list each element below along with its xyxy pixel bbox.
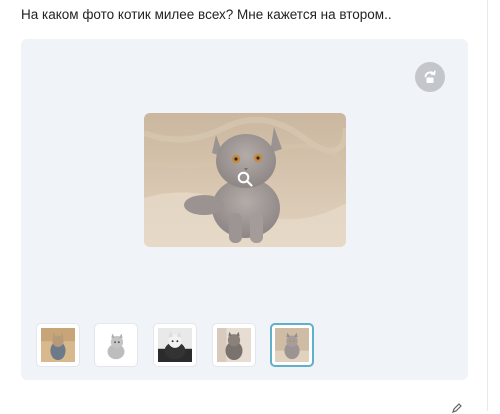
thumbnail-image [41,328,75,362]
edit-icon[interactable] [451,402,463,414]
thumbnail-1[interactable] [36,323,80,367]
magnifier-icon[interactable] [236,170,254,188]
rotate-button[interactable] [415,62,445,92]
thumbnail-4[interactable] [212,323,256,367]
thumbnail-image [158,328,192,362]
thumbnail-3[interactable] [153,323,197,367]
main-photo[interactable] [144,113,346,247]
photo-gallery [21,39,468,380]
rotate-icon [424,70,436,83]
thumbnail-5[interactable] [270,323,314,367]
thumbnail-image [275,328,309,362]
thumbnail-image [99,328,133,362]
post-text: На каком фото котик милее всех? Мне каже… [21,7,392,22]
thumbnail-image [217,328,251,362]
thumbnail-2[interactable] [94,323,138,367]
post-card: На каком фото котик милее всех? Мне каже… [0,0,488,411]
